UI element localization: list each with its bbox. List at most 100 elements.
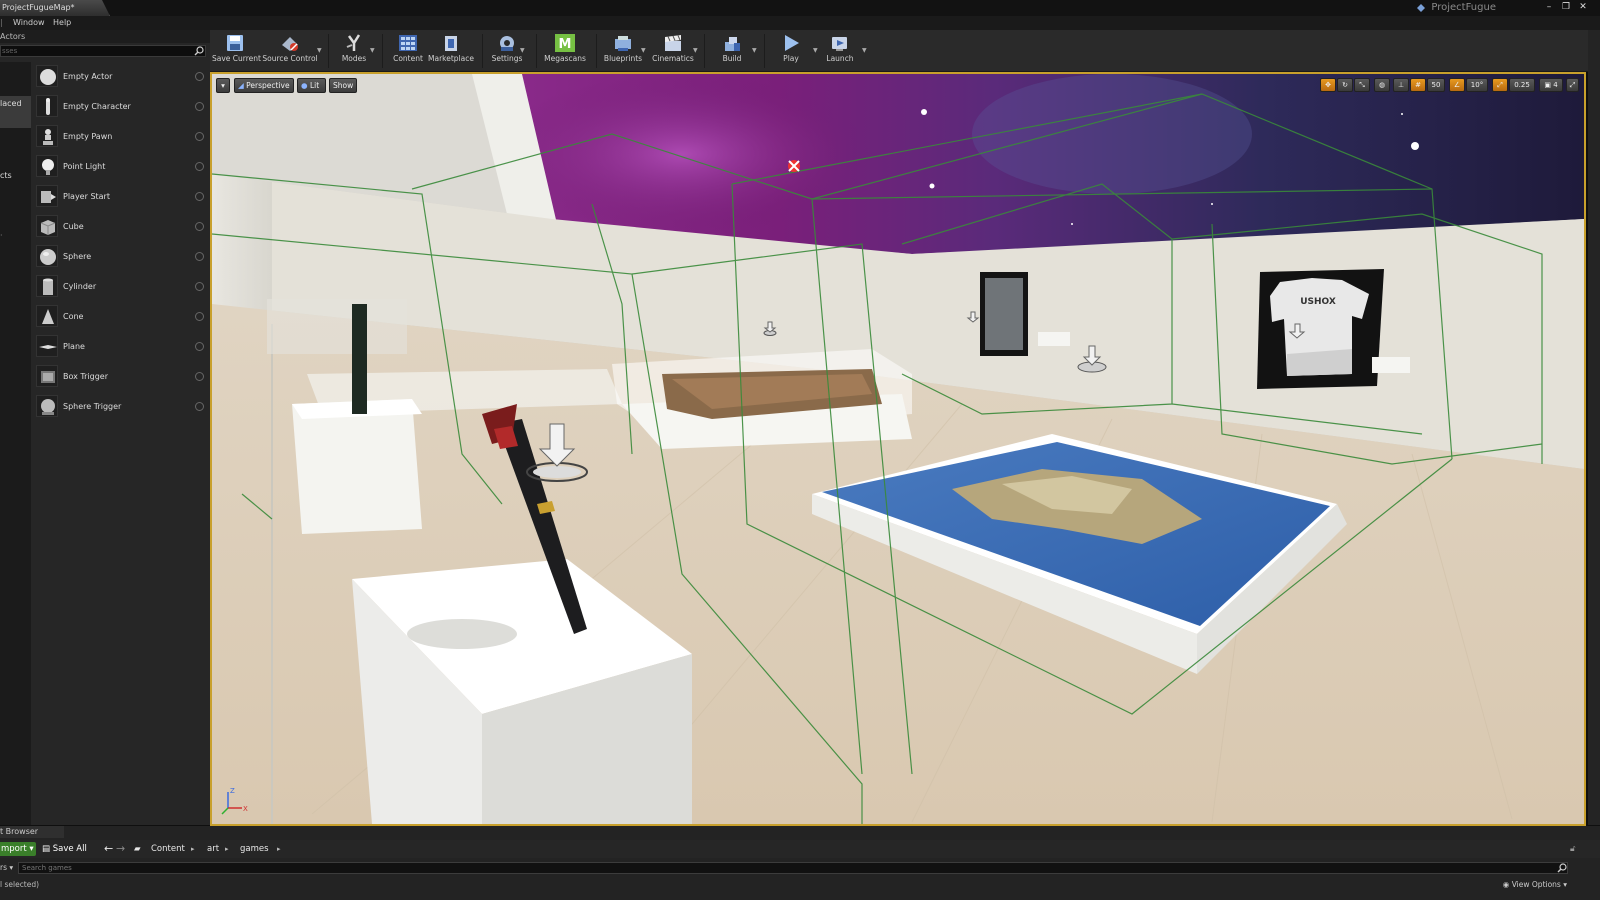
breadcrumb-separator-icon[interactable]: ▸ (277, 842, 281, 856)
info-icon[interactable] (195, 162, 204, 171)
world-space-icon[interactable]: ◍ (1374, 78, 1390, 92)
viewport-scene[interactable]: USHOX (212, 74, 1584, 824)
blueprints-button[interactable]: Blueprints (602, 30, 644, 72)
modes-caret-icon[interactable]: ▼ (370, 47, 375, 54)
actor-item-sphere-trigger[interactable]: Sphere Trigger (33, 392, 208, 422)
actor-item-plane[interactable]: Plane (33, 332, 208, 362)
category-recently-placed[interactable]: laced (0, 96, 31, 128)
launch-button[interactable]: Launch (818, 30, 862, 72)
translate-tool-icon[interactable]: ✥ (1320, 78, 1336, 92)
save-current-button[interactable]: Save Current (212, 30, 261, 72)
rotation-snap-icon[interactable]: ∠ (1449, 78, 1465, 92)
breadcrumb-art[interactable]: art (207, 842, 219, 856)
actor-item-cylinder[interactable]: Cylinder (33, 272, 208, 302)
framed-shirt[interactable]: USHOX (1257, 269, 1384, 389)
info-icon[interactable] (195, 282, 204, 291)
settings-caret-icon[interactable]: ▼ (520, 47, 525, 54)
cinematics-caret-icon[interactable]: ▼ (693, 47, 698, 54)
launch-caret-icon[interactable]: ▼ (862, 47, 867, 54)
info-icon[interactable] (195, 312, 204, 321)
grid-snap-icon[interactable]: # (1410, 78, 1426, 92)
history-forward-icon[interactable]: → (116, 842, 125, 855)
menu-file-fragment[interactable]: | (0, 16, 3, 30)
surface-snap-icon[interactable]: ⊥ (1393, 78, 1409, 92)
blueprints-label: Blueprints (603, 54, 643, 63)
perspective-button[interactable]: ◢ Perspective (234, 78, 294, 93)
breadcrumb-games[interactable]: games (240, 842, 269, 856)
save-all-button[interactable]: ▤ Save All (42, 842, 87, 856)
maximize-viewport-icon[interactable]: ⤢ (1566, 78, 1579, 92)
build-button[interactable]: Build (710, 30, 754, 72)
actor-search-input[interactable]: sses (0, 45, 206, 57)
search-icon[interactable] (194, 46, 204, 56)
play-caret-icon[interactable]: ▼ (813, 47, 818, 54)
grid-snap-value[interactable]: 50 (1427, 78, 1445, 92)
filters-button[interactable]: rs ▾ (0, 862, 13, 874)
show-button[interactable]: Show (329, 78, 357, 93)
actor-item-point-light[interactable]: Point Light (33, 152, 208, 182)
actor-item-box-trigger[interactable]: Box Trigger (33, 362, 208, 392)
marketplace-button[interactable]: Marketplace (428, 30, 474, 72)
content-browser-tab[interactable]: t Browser (0, 826, 64, 838)
scale-tool-icon[interactable]: ⤡ (1354, 78, 1370, 92)
menu-help[interactable]: Help (53, 16, 71, 30)
info-icon[interactable] (195, 372, 204, 381)
document-tab[interactable]: ProjectFugueMap* (0, 0, 110, 16)
maximize-button[interactable]: ❐ (1559, 1, 1573, 13)
actor-item-sphere[interactable]: Sphere (33, 242, 208, 272)
scale-snap-icon[interactable]: ⤢ (1492, 78, 1508, 92)
breadcrumb-separator-icon[interactable]: ▸ (225, 842, 229, 856)
info-icon[interactable] (195, 222, 204, 231)
info-icon[interactable] (195, 102, 204, 111)
category-marker[interactable]: · (0, 230, 31, 242)
modes-button[interactable]: Modes (334, 30, 374, 72)
actor-item-empty-pawn[interactable]: Empty Pawn (33, 122, 208, 152)
source-control-caret-icon[interactable]: ▼ (317, 47, 322, 54)
cinematics-button[interactable]: Cinematics (652, 30, 694, 72)
camera-speed-button[interactable]: ▣ 4 (1539, 78, 1563, 92)
rotation-snap-value[interactable]: 10° (1466, 78, 1488, 92)
title-bar: ProjectFugueMap* ProjectFugue – ❐ ✕ (0, 0, 1600, 16)
rotate-tool-icon[interactable]: ↻ (1337, 78, 1353, 92)
framed-photo[interactable] (980, 272, 1028, 356)
play-button[interactable]: Play (770, 30, 812, 72)
minimize-button[interactable]: – (1542, 1, 1556, 13)
megascans-button[interactable]: M Megascans (542, 30, 588, 72)
actor-item-cone[interactable]: Cone (33, 302, 208, 332)
breadcrumb-separator-icon[interactable]: ▸ (191, 842, 195, 856)
info-icon[interactable] (195, 402, 204, 411)
actor-item-cube[interactable]: Cube (33, 212, 208, 242)
scale-snap-value[interactable]: 0.25 (1509, 78, 1535, 92)
build-caret-icon[interactable]: ▼ (752, 47, 757, 54)
info-icon[interactable] (195, 342, 204, 351)
actor-item-player-start[interactable]: Player Start (33, 182, 208, 212)
info-icon[interactable] (195, 132, 204, 141)
menu-window[interactable]: Window (13, 16, 45, 30)
history-back-icon[interactable]: ← (104, 842, 113, 855)
asset-search-input[interactable]: Search games (18, 862, 1568, 874)
view-options-button[interactable]: ◉ View Options ▾ (1503, 879, 1567, 891)
import-button[interactable]: mport ▾ (0, 842, 36, 856)
info-icon[interactable] (195, 72, 204, 81)
content-button[interactable]: Content (388, 30, 428, 72)
actor-item-empty-actor[interactable]: Empty Actor (33, 62, 208, 92)
place-actors-tab[interactable]: Actors (0, 30, 210, 43)
info-icon[interactable] (195, 252, 204, 261)
settings-label: Settings (491, 54, 523, 63)
blueprints-caret-icon[interactable]: ▼ (641, 47, 646, 54)
info-icon[interactable] (195, 192, 204, 201)
player-start-marker-icon[interactable] (788, 160, 800, 172)
close-button[interactable]: ✕ (1576, 1, 1590, 13)
lock-icon[interactable]: 🔓︎ (1570, 842, 1576, 856)
cube-icon (36, 215, 58, 237)
model-display-case[interactable] (612, 349, 912, 449)
search-icon[interactable] (1557, 863, 1567, 873)
level-viewport[interactable]: USHOX ▾ ◢ Perspective ● Lit Show ✥ ↻ ⤡ ◍… (210, 72, 1586, 826)
category-basic-objects[interactable]: cts (0, 170, 31, 182)
details-panel-collapsed[interactable] (1588, 30, 1600, 825)
source-control-button[interactable]: Source Control (262, 30, 318, 72)
breadcrumb-content[interactable]: Content (151, 842, 185, 856)
actor-item-empty-character[interactable]: Empty Character (33, 92, 208, 122)
lit-button[interactable]: ● Lit (297, 78, 326, 93)
viewport-options-button[interactable]: ▾ (216, 78, 230, 93)
